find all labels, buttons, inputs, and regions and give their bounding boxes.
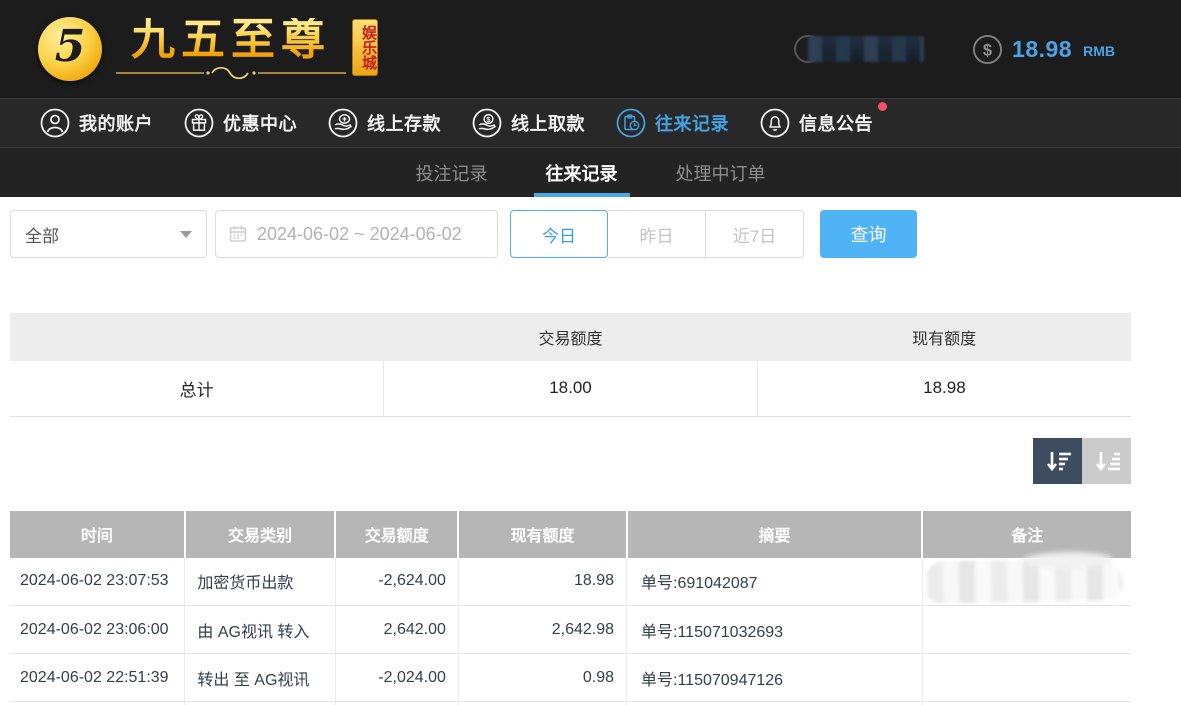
top-header: 5 九五至尊 娱乐城 $ 18.98 RMB <box>0 0 1181 98</box>
table-row: 2024-06-02 23:06:00 由 AG视讯 转入 2,642.00 2… <box>10 606 1131 654</box>
nav-label: 线上取款 <box>511 110 585 136</box>
cell-balance: 18.98 <box>458 558 626 606</box>
col-header-type: 交易类别 <box>185 511 335 558</box>
logo-badge: 娱乐城 <box>352 19 378 76</box>
summary-total-row: 总计 18.00 18.98 <box>10 361 1131 416</box>
quick-date-group: 今日 昨日 近7日 <box>510 210 804 258</box>
username-area[interactable] <box>794 34 924 64</box>
nav-label: 线上存款 <box>367 110 441 136</box>
quick-btn-today[interactable]: 今日 <box>510 210 608 258</box>
balance-currency: RMB <box>1083 43 1115 59</box>
summary-total-label: 总计 <box>10 361 384 416</box>
cell-summary: 单号:115071032693 <box>627 606 923 654</box>
summary-header-amount: 交易额度 <box>384 313 758 361</box>
dollar-coin-icon: $ <box>972 34 1003 65</box>
nav-label: 往来记录 <box>655 110 729 136</box>
cell-remark <box>922 606 1131 654</box>
nav-item-withdraw[interactable]: $ 线上取款 <box>472 108 585 138</box>
summary-header-row: 交易额度 现有额度 <box>10 313 1131 361</box>
notification-dot <box>878 102 887 111</box>
col-header-remark: 备注 <box>922 511 1131 558</box>
cell-type: 加密货币出款 <box>185 558 335 606</box>
logo-circle-icon: 5 <box>38 17 102 81</box>
nav-item-promotions[interactable]: 优惠中心 <box>184 108 297 138</box>
logo-title: 九五至尊 <box>131 18 331 62</box>
type-select[interactable]: 全部 <box>10 210 207 258</box>
cell-remark <box>922 654 1131 702</box>
cell-time: 2024-06-02 23:06:00 <box>10 606 185 654</box>
nav-label: 信息公告 <box>799 110 873 136</box>
sort-controls <box>10 438 1131 484</box>
col-header-time: 时间 <box>10 511 185 558</box>
tab-processing-orders[interactable]: 处理中订单 <box>664 148 778 197</box>
cell-amount: -2,624.00 <box>335 558 458 606</box>
date-range-picker[interactable]: 2024-06-02 ~ 2024-06-02 <box>215 210 498 258</box>
cell-balance: 2,642.98 <box>458 606 626 654</box>
cell-summary: 单号:115070947126 <box>627 654 923 702</box>
nav-item-deposit[interactable]: 线上存款 <box>328 108 441 138</box>
nav-label: 优惠中心 <box>223 110 297 136</box>
cell-remark <box>922 558 1131 606</box>
logo-monogram: 5 <box>55 25 86 69</box>
cell-type: 转出 至 AG视讯 <box>185 654 335 702</box>
sort-descending-button[interactable] <box>1033 438 1082 484</box>
table-row-partial <box>10 702 1131 705</box>
sort-desc-icon <box>1044 447 1072 475</box>
gift-icon <box>184 108 214 138</box>
records-table: 时间 交易类别 交易额度 现有额度 摘要 备注 2024-06-02 23:07… <box>10 511 1131 705</box>
cell-time: 2024-06-02 22:51:39 <box>10 654 185 702</box>
sub-tab-bar: 投注记录 往来记录 处理中订单 <box>0 147 1181 197</box>
table-row: 2024-06-02 23:07:53 加密货币出款 -2,624.00 18.… <box>10 558 1131 606</box>
user-icon <box>40 108 70 138</box>
cell-summary: 单号:691042087 <box>627 558 923 606</box>
summary-total-amount: 18.00 <box>384 361 758 416</box>
balance-display[interactable]: $ 18.98 RMB <box>972 34 1115 65</box>
cell-amount: -2,024.00 <box>335 654 458 702</box>
filter-row: 全部 2024-06-02 ~ 2024-06-02 今日 昨日 近7日 查询 <box>10 210 1131 258</box>
main-nav: 我的账户 优惠中心 线上存款 $ 线上取款 <box>0 98 1181 147</box>
logo-flourish-icon <box>116 66 346 80</box>
nav-item-records[interactable]: 往来记录 <box>616 108 729 138</box>
withdraw-icon: $ <box>472 108 502 138</box>
bell-icon <box>760 108 790 138</box>
nav-item-announcements[interactable]: 信息公告 <box>760 108 873 138</box>
records-icon <box>616 108 646 138</box>
col-header-amount: 交易额度 <box>335 511 458 558</box>
records-header-row: 时间 交易类别 交易额度 现有额度 摘要 备注 <box>10 511 1131 558</box>
content-area: 全部 2024-06-02 ~ 2024-06-02 今日 昨日 近7日 查询 <box>10 210 1131 705</box>
summary-header-empty <box>10 313 384 361</box>
summary-table: 交易额度 现有额度 总计 18.00 18.98 <box>10 313 1131 417</box>
cell-balance: 0.98 <box>458 654 626 702</box>
dollar-glyph: $ <box>983 41 992 59</box>
deposit-icon <box>328 108 358 138</box>
cell-amount: 2,642.00 <box>335 606 458 654</box>
nav-item-my-account[interactable]: 我的账户 <box>40 108 153 138</box>
summary-header-balance: 现有额度 <box>757 313 1131 361</box>
type-select-value: 全部 <box>25 222 180 247</box>
nav-label: 我的账户 <box>79 110 153 136</box>
table-row: 2024-06-02 22:51:39 转出 至 AG视讯 -2,024.00 … <box>10 654 1131 702</box>
sort-asc-icon <box>1093 447 1121 475</box>
username-redacted <box>808 36 924 62</box>
search-button[interactable]: 查询 <box>820 210 917 258</box>
remark-redacted-blur <box>927 558 1124 603</box>
sort-ascending-button[interactable] <box>1082 438 1131 484</box>
site-logo[interactable]: 5 九五至尊 娱乐城 <box>38 17 378 81</box>
cell-time: 2024-06-02 23:07:53 <box>10 558 185 606</box>
balance-amount: 18.98 <box>1012 36 1072 63</box>
calendar-icon <box>228 224 248 244</box>
tab-betting-records[interactable]: 投注记录 <box>404 148 500 197</box>
cell-type: 由 AG视讯 转入 <box>185 606 335 654</box>
quick-btn-last7days[interactable]: 近7日 <box>706 210 804 258</box>
summary-total-balance: 18.98 <box>757 361 1131 416</box>
col-header-summary: 摘要 <box>627 511 923 558</box>
caret-down-icon <box>180 231 192 238</box>
quick-btn-yesterday[interactable]: 昨日 <box>608 210 706 258</box>
date-range-value: 2024-06-02 ~ 2024-06-02 <box>257 224 462 245</box>
col-header-balance: 现有额度 <box>458 511 626 558</box>
tab-transaction-records[interactable]: 往来记录 <box>534 148 630 197</box>
